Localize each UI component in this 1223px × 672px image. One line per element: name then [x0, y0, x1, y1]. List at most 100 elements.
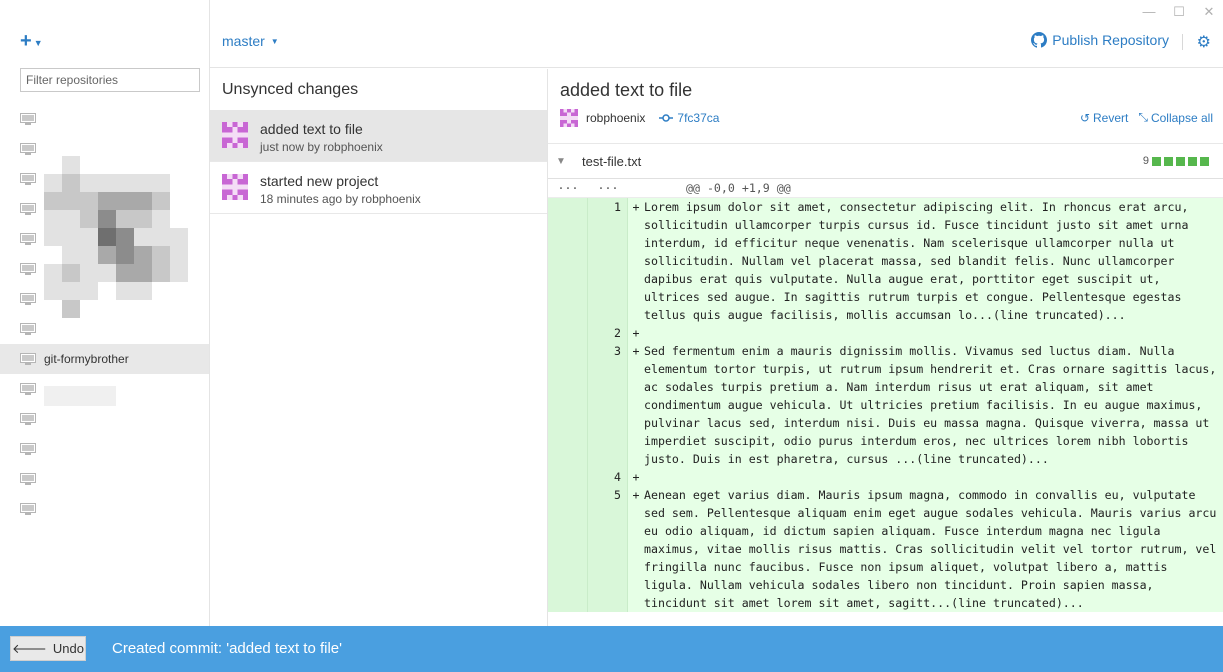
- commit-sha-link[interactable]: 7fc37ca: [659, 111, 719, 125]
- expand-triangle-icon[interactable]: ▼: [556, 156, 566, 167]
- new-line-number: 5: [588, 486, 628, 612]
- computer-icon: [20, 263, 36, 275]
- settings-gear-icon[interactable]: ⚙: [1197, 32, 1211, 52]
- pixel-block: [80, 264, 98, 282]
- commit-item[interactable]: started new project 18 minutes ago by ro…: [210, 162, 547, 214]
- old-line-number: [548, 198, 588, 324]
- pixel-block: [152, 264, 170, 282]
- new-line-number: 3: [588, 342, 628, 468]
- pixel-block: [80, 246, 98, 264]
- plus-icon: +: [20, 30, 32, 52]
- computer-icon: [20, 413, 36, 425]
- diff-text: [644, 468, 1222, 486]
- toolbar-divider: [1182, 34, 1183, 50]
- diff-text: Sed fermentum enim a mauris dignissim mo…: [644, 344, 1223, 466]
- publish-repository-button[interactable]: Publish Repository: [1031, 32, 1169, 48]
- undo-button[interactable]: 🡐 Undo: [10, 636, 86, 661]
- stat-block: [1200, 156, 1209, 166]
- back-arrow-icon: 🡐: [12, 640, 47, 656]
- diff-text: [644, 324, 1222, 342]
- status-message: Created commit: 'added text to file': [112, 640, 343, 657]
- commit-detail-panel: added text to file robphoenix 7fc37ca ↺ …: [548, 69, 1223, 626]
- commit-meta: just now by robphoenix: [260, 140, 383, 154]
- branch-selector[interactable]: master ▼: [222, 33, 279, 49]
- file-name: test-file.txt: [582, 154, 642, 169]
- file-header[interactable]: ▼ test-file.txt 9: [548, 143, 1223, 179]
- collapse-all-button[interactable]: ⤡ Collapse all: [1138, 110, 1213, 125]
- redacted-repo-names: [44, 156, 194, 331]
- collapse-label: Collapse all: [1150, 110, 1213, 125]
- diff-line: 2 +: [548, 324, 1223, 342]
- commit-sha: 7fc37ca: [677, 111, 720, 125]
- commit-time: 18 minutes ago by: [260, 192, 359, 206]
- pixel-block: [170, 264, 188, 282]
- commit-detail-title: added text to file: [560, 80, 693, 100]
- old-line-number: [548, 468, 588, 486]
- pixel-block: [62, 228, 80, 246]
- add-repository-button[interactable]: + ▼: [20, 30, 43, 53]
- pixel-block: [134, 228, 152, 246]
- pixel-block: [116, 192, 134, 210]
- diff-sign: +: [632, 488, 640, 502]
- computer-icon: [20, 473, 36, 485]
- chevron-down-icon: ▼: [33, 37, 43, 48]
- new-line-number: 4: [588, 468, 628, 486]
- pixel-block: [134, 264, 152, 282]
- commit-author: robphoenix: [361, 192, 421, 206]
- old-line-number: [548, 486, 588, 612]
- pixel-block: [170, 228, 188, 246]
- pixel-block: [134, 246, 152, 264]
- stat-block: [1164, 156, 1173, 166]
- repository-item[interactable]: [0, 104, 209, 134]
- repository-item[interactable]: git-formybrother: [0, 344, 209, 374]
- history-panel: Unsynced changes added text to file just…: [210, 69, 548, 626]
- pixel-block: [44, 210, 62, 228]
- computer-icon: [20, 173, 36, 185]
- diff-text: Lorem ipsum dolor sit amet, consectetur …: [644, 200, 1196, 322]
- publish-label: Publish Repository: [1052, 32, 1169, 48]
- diff-view: ··· ··· @@ -0,0 +1,9 @@ 1 + Lorem ipsum do…: [548, 179, 1223, 612]
- computer-icon: [20, 293, 36, 305]
- filter-repositories-input[interactable]: [20, 68, 200, 92]
- revert-label: Revert: [1093, 110, 1129, 125]
- diff-stat: 9: [1143, 155, 1209, 167]
- commit-actions: ↺ Revert ⤡ Collapse all: [1080, 110, 1213, 125]
- computer-icon: [20, 353, 36, 365]
- collapse-icon: ⤡: [1138, 110, 1148, 124]
- repository-item[interactable]: [0, 464, 209, 494]
- pixel-block: [44, 174, 62, 192]
- pixel-block: [152, 174, 170, 192]
- pixel-block: [44, 282, 62, 300]
- pixel-block: [80, 228, 98, 246]
- diff-line: 5 + Aenean eget varius diam. Mauris ipsum …: [548, 486, 1223, 612]
- pixel-block: [80, 282, 98, 300]
- old-line-gutter: ···: [557, 181, 579, 195]
- commit-item[interactable]: added text to file just now by robphoeni…: [210, 110, 547, 162]
- diff-sign: +: [632, 344, 640, 358]
- status-bar: 🡐 Undo Created commit: 'added text to fi…: [0, 626, 1223, 672]
- commit-list: added text to file just now by robphoeni…: [210, 110, 547, 214]
- redacted-repo-name: [44, 386, 116, 406]
- computer-icon: [20, 383, 36, 395]
- stat-block: [1152, 156, 1161, 166]
- author-name: robphoenix: [586, 111, 646, 125]
- stat-block: [1176, 156, 1185, 166]
- repository-item[interactable]: [0, 434, 209, 464]
- repository-item[interactable]: [0, 404, 209, 434]
- pixel-block: [98, 246, 116, 264]
- pixel-block: [62, 192, 80, 210]
- computer-icon: [20, 503, 36, 515]
- top-toolbar: master ▼ Publish Repository ⚙: [210, 0, 1223, 68]
- revert-button[interactable]: ↺ Revert: [1080, 110, 1128, 125]
- pixel-block: [80, 174, 98, 192]
- repository-item[interactable]: [0, 494, 209, 524]
- undo-label: Undo: [52, 641, 84, 656]
- pixel-block: [152, 228, 170, 246]
- pixel-block: [98, 192, 116, 210]
- pixel-block: [98, 210, 116, 228]
- computer-icon: [20, 203, 36, 215]
- pixel-block: [134, 174, 152, 192]
- pixel-block: [116, 282, 134, 300]
- history-title: Unsynced changes: [222, 81, 359, 98]
- repository-sidebar: + ▼ git-formybrother: [0, 0, 210, 626]
